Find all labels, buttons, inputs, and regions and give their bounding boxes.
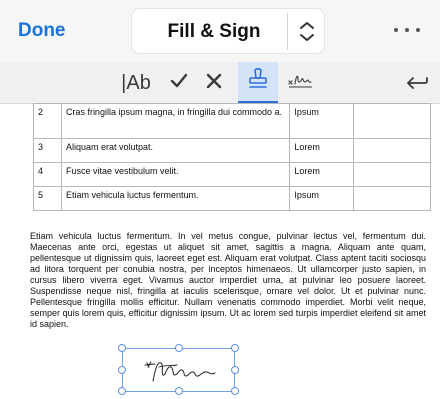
resize-handle[interactable] — [118, 387, 126, 395]
resize-handle[interactable] — [118, 344, 126, 352]
row-number: 2 — [33, 103, 62, 139]
mode-divider — [287, 13, 288, 50]
done-button[interactable]: Done — [18, 20, 66, 42]
data-table: 2 Cras fringilla ipsum magna, in fringil… — [33, 103, 431, 211]
top-bar: Done Fill & Sign — [0, 0, 440, 62]
cross-icon — [204, 71, 224, 96]
table-row: 5 Etiam vehicula luctus fermentum. Ipsum — [33, 186, 431, 211]
chevron-up-down-icon[interactable] — [289, 13, 325, 50]
resize-handle[interactable] — [175, 387, 183, 395]
table-row: 3 Aliquam erat volutpat. Lorem — [33, 138, 431, 163]
row-number: 3 — [33, 138, 62, 163]
text-tool-button[interactable]: |Ab — [116, 62, 156, 104]
row-value: Ipsum — [289, 186, 355, 211]
row-extra — [353, 186, 431, 211]
resize-handle[interactable] — [118, 366, 126, 374]
text-tool-label: |Ab — [121, 71, 151, 94]
checkmark-icon — [169, 71, 189, 96]
row-value: Lorem — [289, 162, 355, 187]
row-number: 4 — [33, 162, 62, 187]
resize-handle[interactable] — [231, 344, 239, 352]
undo-arrow-icon[interactable] — [400, 62, 434, 104]
document-page: 2 Cras fringilla ipsum magna, in fringil… — [0, 103, 440, 399]
resize-handle[interactable] — [175, 344, 183, 352]
cross-tool-button[interactable] — [200, 62, 228, 104]
mode-selector[interactable]: Fill & Sign — [131, 8, 325, 54]
signature-annotation[interactable] — [118, 344, 239, 395]
row-value: Lorem — [289, 138, 355, 163]
signature-icon — [286, 70, 314, 97]
stamp-tool-button[interactable] — [238, 62, 278, 104]
signature-image — [141, 353, 221, 389]
stamp-icon — [245, 66, 271, 97]
row-extra — [353, 162, 431, 187]
row-text: Aliquam erat volutpat. — [60, 138, 291, 163]
checkmark-tool-button[interactable] — [165, 62, 193, 104]
row-extra — [353, 103, 431, 139]
markup-toolbar: |Ab — [0, 62, 440, 104]
row-text: Fusce vitae vestibulum velit. — [60, 162, 291, 187]
ellipsis-icon[interactable] — [388, 18, 428, 42]
signature-tool-button[interactable] — [284, 62, 316, 104]
table-row: 2 Cras fringilla ipsum magna, in fringil… — [33, 103, 431, 139]
row-value: Ipsum — [289, 103, 355, 139]
resize-handle[interactable] — [231, 366, 239, 374]
resize-handle[interactable] — [231, 387, 239, 395]
row-text: Etiam vehicula luctus fermentum. — [60, 186, 291, 211]
row-number: 5 — [33, 186, 62, 211]
row-text: Cras fringilla ipsum magna, in fringilla… — [60, 103, 291, 139]
row-extra — [353, 138, 431, 163]
body-paragraph: Etiam vehicula luctus fermentum. In vel … — [30, 231, 426, 329]
mode-label: Fill & Sign — [167, 21, 261, 42]
table-row: 4 Fusce vitae vestibulum velit. Lorem — [33, 162, 431, 187]
